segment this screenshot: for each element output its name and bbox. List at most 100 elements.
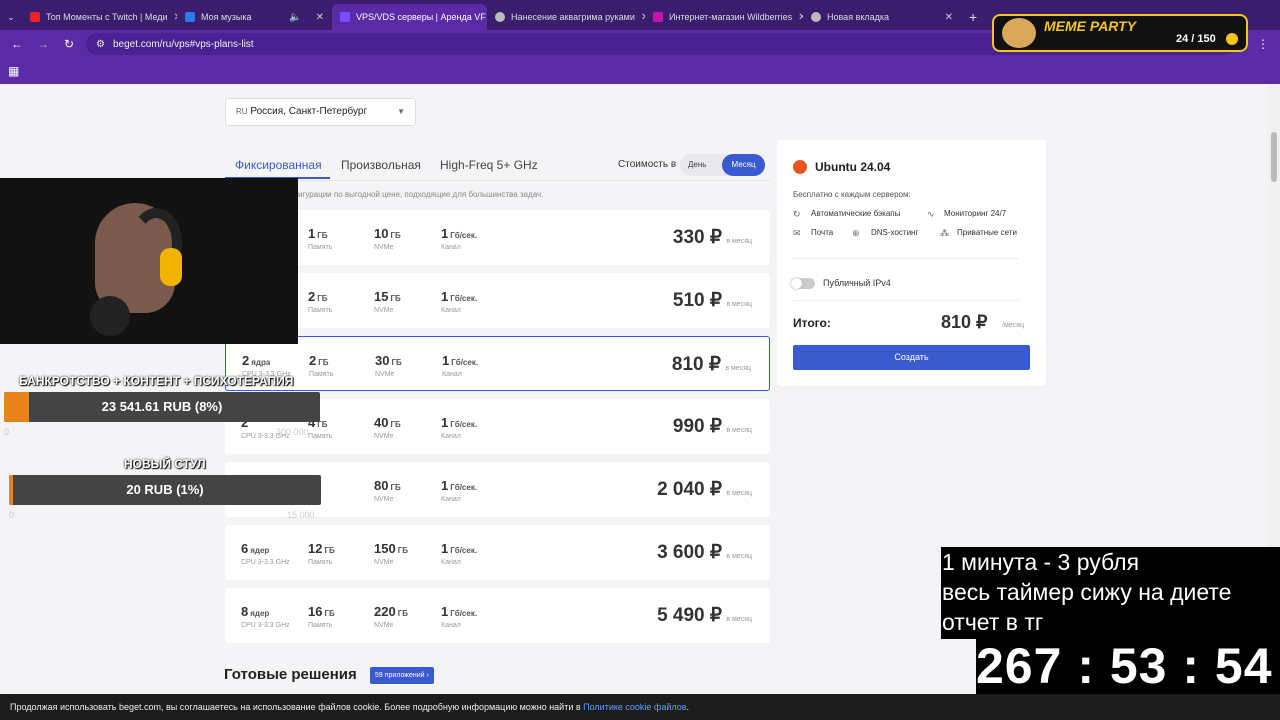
coin-icon (1226, 33, 1238, 45)
browser-tab[interactable]: Нанесение аквагрима руками✕ (487, 4, 645, 30)
plan-per: в месяц (726, 490, 752, 497)
plan-net: 1 Гб/сек. (441, 478, 478, 493)
plan-disk-label: NVMe (374, 559, 394, 566)
cost-toggle: День Месяц (680, 154, 765, 176)
cost-month-option[interactable]: Месяц (722, 154, 765, 176)
feature-private-networks: Приватные сети (957, 228, 1017, 237)
free-label: Бесплатно с каждым сервером: (793, 190, 911, 199)
browser-tab[interactable]: Интернет-магазин Wildberries ✕ (645, 4, 803, 30)
browser-tab[interactable]: Моя музыка 🔈 ✕ (177, 4, 332, 30)
tab-title: Топ Моменты с Twitch | Меди (46, 12, 168, 22)
tab-highfreq[interactable]: High-Freq 5+ GHz (440, 158, 538, 172)
plan-row[interactable]: 6 ядер CPU 3-3.3 GHz 12 ГБ Память 150 ГБ NVMe 1 Гб… (225, 525, 770, 580)
goal2-title: НОВЫЙ СТУЛ (124, 457, 206, 471)
region-label: Россия, Санкт-Петербург (250, 106, 368, 117)
webcam-overlay (0, 178, 298, 344)
tab-favicon (495, 12, 505, 22)
close-icon[interactable]: ✕ (945, 12, 953, 23)
plan-price: 5 490 ₽ (657, 605, 722, 626)
back-icon[interactable]: ← (8, 37, 26, 51)
browser-tab-active[interactable]: VPS/VDS серверы | Аренда VF✕ (332, 4, 487, 30)
close-icon[interactable]: ✕ (316, 12, 324, 23)
scrollbar-thumb[interactable] (1271, 132, 1277, 182)
ipv4-toggle[interactable] (791, 278, 815, 289)
cookie-policy-link[interactable]: Политике cookie файлов (583, 702, 686, 712)
site-info-icon[interactable]: ⚙ (96, 39, 105, 50)
tab-favicon (811, 12, 821, 22)
plan-net: 1 Гб/сек. (441, 604, 478, 619)
plan-ram-label: Память (308, 433, 333, 440)
plan-price: 510 ₽ (672, 290, 722, 311)
countdown-timer: 267 : 53 : 54 (976, 639, 1280, 694)
plan-ram: 12 ГБ (308, 541, 335, 556)
plan-per: в месяц (726, 427, 752, 434)
plan-ram-label: Память (308, 622, 333, 629)
browser-tab[interactable]: Новая вкладка ✕ (803, 4, 961, 30)
pulse-icon: ∿ (927, 209, 935, 219)
plan-disk: 150 ГБ (374, 541, 408, 556)
plan-price: 330 ₽ (672, 227, 722, 248)
plan-row[interactable]: 1 ГБ Память 10 ГБ NVMe 1 Гб/сек. Канал 330 ₽ в мес… (225, 210, 770, 265)
plan-cpu: CPU 3-3.3 GHz (241, 622, 290, 629)
plan-net: 1 Гб/сек. (441, 226, 478, 241)
apps-count-badge[interactable]: 59 приложений › (370, 667, 434, 684)
timer-line: отчет в тг (942, 609, 1044, 635)
forward-icon[interactable]: → (34, 37, 52, 51)
bookmarks-bar: ▦ (0, 58, 1280, 84)
ubuntu-icon (793, 160, 807, 174)
feature-mail: Почта (811, 228, 834, 237)
cost-day-option[interactable]: День (688, 160, 706, 169)
tab-search-button[interactable]: ⌄ (0, 4, 22, 30)
headphone-cup (160, 248, 182, 286)
plan-row[interactable]: 2 ядра CPU 3-3.3 GHz 2 ГБ Память 30 ГБ NVMe 1 Гб/с… (225, 336, 770, 391)
tab-custom[interactable]: Произвольная (341, 158, 421, 172)
chevron-down-icon: ▼ (397, 107, 405, 116)
region-select[interactable]: RU Россия, Санкт-Петербург ▼ (225, 98, 416, 126)
tab-favicon (653, 12, 663, 22)
plan-row[interactable]: 2 ГБ Память 15 ГБ NVMe 1 Гб/сек. Канал 510 ₽ в мес… (225, 273, 770, 328)
plan-net-label: Канал (441, 622, 461, 629)
plan-ram: 1 ГБ (308, 226, 328, 241)
url-text: beget.com/ru/vps#vps-plans-list (112, 38, 254, 50)
plan-disk: 15 ГБ (374, 289, 401, 304)
feature-backups: Автоматические бэкапы (811, 209, 901, 218)
plan-net-label: Канал (441, 496, 461, 503)
plan-net: 1 Гб/сек. (441, 289, 478, 304)
tab-favicon (185, 12, 195, 22)
goal2-max: 15 000 (287, 510, 315, 520)
timer-line: весь таймер сижу на диете (942, 579, 1232, 605)
speaker-icon[interactable]: 🔈 (289, 12, 301, 23)
browser-tab[interactable]: Топ Моменты с Twitch | Меди✕ (22, 4, 177, 30)
cookie-end: . (686, 702, 690, 712)
apps-grid-icon[interactable]: ▦ (8, 64, 19, 78)
timer-line: 1 минута - 3 рубля (942, 549, 1140, 575)
total-label: Итого: (793, 316, 831, 330)
tab-fixed[interactable]: Фиксированная (235, 158, 322, 172)
goal2-value: 20 RUB (1%) (126, 482, 204, 497)
plan-net-label: Канал (441, 244, 461, 251)
timer-caption: 1 минута - 3 рубля весь таймер сижу на д… (941, 547, 1280, 639)
plan-disk-label: NVMe (374, 244, 394, 251)
reload-icon[interactable]: ↻ (60, 37, 78, 51)
os-name: Ubuntu 24.04 (815, 160, 891, 174)
plan-cpu: CPU 3-3.3 GHz (241, 559, 290, 566)
new-tab-button[interactable]: + (961, 4, 985, 30)
plan-row[interactable]: 8 ядер CPU 3-3.3 GHz 16 ГБ Память 220 ГБ NVMe 1 Гб… (225, 588, 770, 643)
create-button[interactable]: Создать (793, 345, 1030, 370)
doge-icon (1002, 18, 1036, 48)
plan-cores: 2 ядра (242, 353, 271, 368)
tab-title: Моя музыка (201, 12, 252, 22)
total-per: /месяц (1002, 322, 1024, 329)
feature-monitoring: Мониторинг 24/7 (944, 209, 1007, 218)
microphone-icon (90, 296, 130, 336)
menu-icon[interactable]: ⋮ (1254, 37, 1272, 51)
goal1-progress-bar: 23 541.61 RUB (8%) (4, 392, 320, 422)
divider (793, 300, 1019, 301)
flag-label: RU (236, 107, 248, 116)
plan-price: 810 ₽ (671, 354, 721, 375)
plan-per: в месяц (726, 616, 752, 623)
plan-disk: 40 ГБ (374, 415, 401, 430)
feature-dns: DNS-хостинг (871, 228, 919, 237)
plan-net: 1 Гб/сек. (442, 353, 479, 368)
plan-ram: 2 ГБ (308, 289, 328, 304)
